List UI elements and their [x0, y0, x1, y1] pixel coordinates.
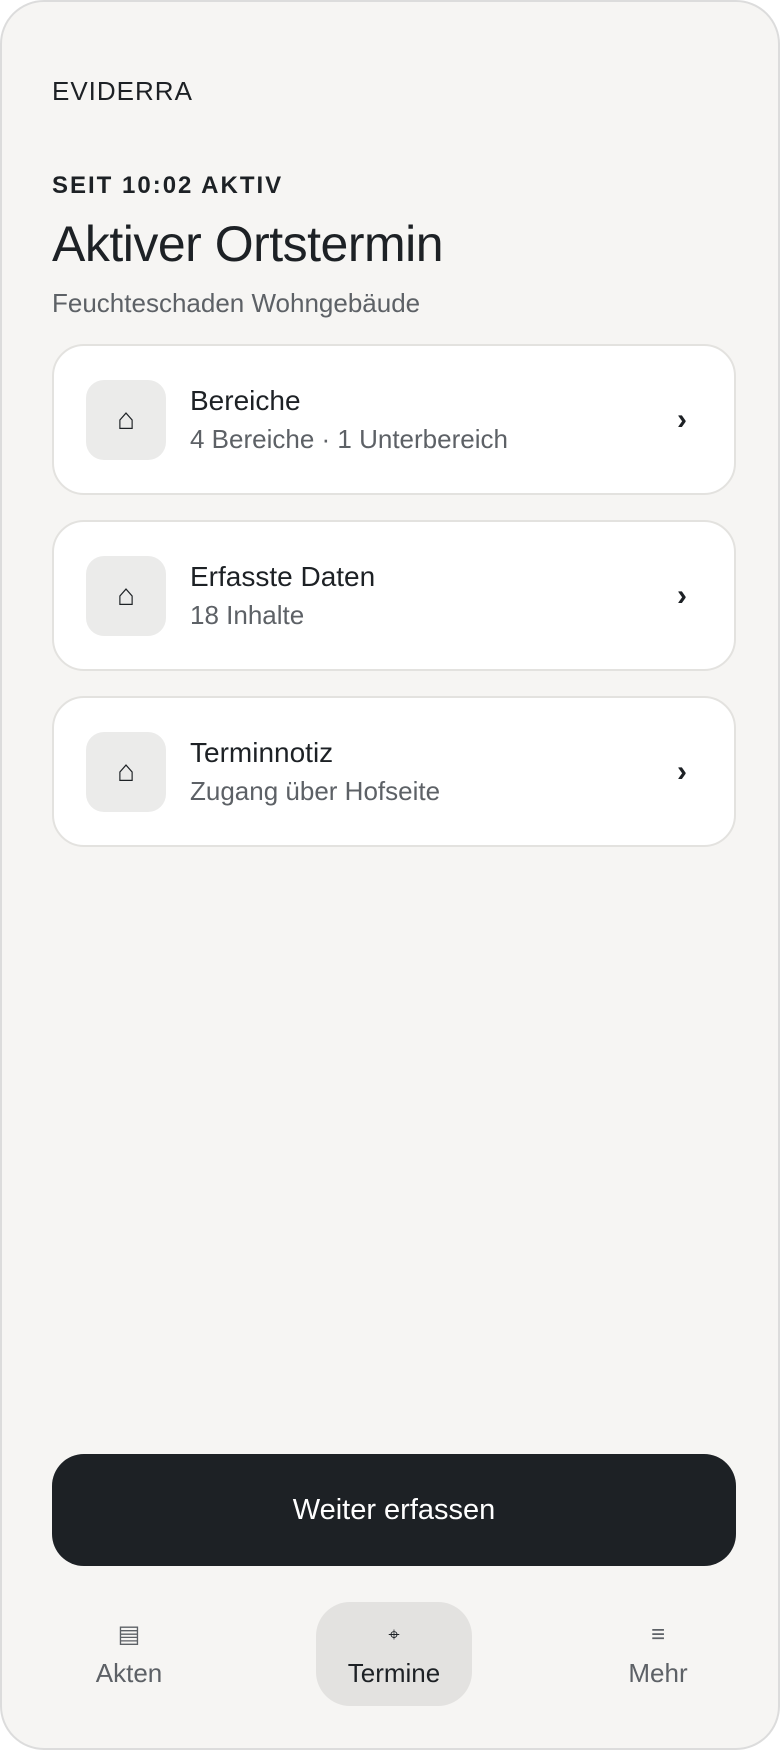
- page-subtitle: Feuchteschaden Wohngebäude: [52, 288, 421, 318]
- nav-tab-termine[interactable]: ⌖ Termine: [316, 1602, 472, 1706]
- bottom-nav: ▤ Akten ⌖ Termine ≡ Mehr: [2, 1602, 778, 1706]
- chevron-right-icon: ›: [677, 754, 687, 788]
- card-subtitle: 4 Bereiche · 1 Unterbereich: [190, 423, 508, 454]
- menu-icon: ≡: [650, 1620, 665, 1648]
- card-text: Erfasste Daten 18 Inhalte: [190, 559, 662, 633]
- continue-capture-button[interactable]: Weiter erfassen: [52, 1454, 736, 1566]
- card-bereiche[interactable]: ⌂ Bereiche 4 Bereiche · 1 Unterbereich ›: [52, 344, 736, 495]
- app-screen: EVIDERRA SEIT 10:02 AKTIV Aktiver Ortste…: [0, 0, 780, 1750]
- nav-label: Termine: [347, 1657, 441, 1688]
- card-subtitle: Zugang über Hofseite: [190, 775, 441, 806]
- nav-label: Mehr: [628, 1657, 688, 1688]
- brand-logo: EVIDERRA: [52, 76, 193, 106]
- card-list: ⌂ Bereiche 4 Bereiche · 1 Unterbereich ›…: [52, 344, 736, 872]
- folder-list-icon: ▤: [117, 1620, 141, 1648]
- home-icon: ⌂: [86, 379, 166, 460]
- card-text: Bereiche 4 Bereiche · 1 Unterbereich: [190, 383, 662, 457]
- nav-tab-akten[interactable]: ▤ Akten: [51, 1602, 207, 1706]
- nav-tab-mehr[interactable]: ≡ Mehr: [580, 1602, 736, 1706]
- crosshair-icon: ⌖: [388, 1623, 400, 1646]
- card-text: Terminnotiz Zugang über Hofseite: [190, 735, 662, 809]
- home-icon: ⌂: [86, 555, 166, 636]
- chevron-right-icon: ›: [677, 402, 687, 436]
- session-status: SEIT 10:02 AKTIV: [52, 172, 284, 199]
- chevron-right-icon: ›: [677, 578, 687, 612]
- page-title: Aktiver Ortstermin: [52, 216, 444, 272]
- card-terminnotiz[interactable]: ⌂ Terminnotiz Zugang über Hofseite ›: [52, 696, 736, 847]
- card-erfasste-daten[interactable]: ⌂ Erfasste Daten 18 Inhalte ›: [52, 520, 736, 671]
- home-icon: ⌂: [86, 731, 166, 812]
- nav-label: Akten: [95, 1657, 163, 1688]
- card-title: Terminnotiz: [190, 736, 334, 768]
- card-title: Bereiche: [190, 384, 301, 416]
- card-title: Erfasste Daten: [190, 560, 376, 592]
- card-subtitle: 18 Inhalte: [190, 599, 305, 630]
